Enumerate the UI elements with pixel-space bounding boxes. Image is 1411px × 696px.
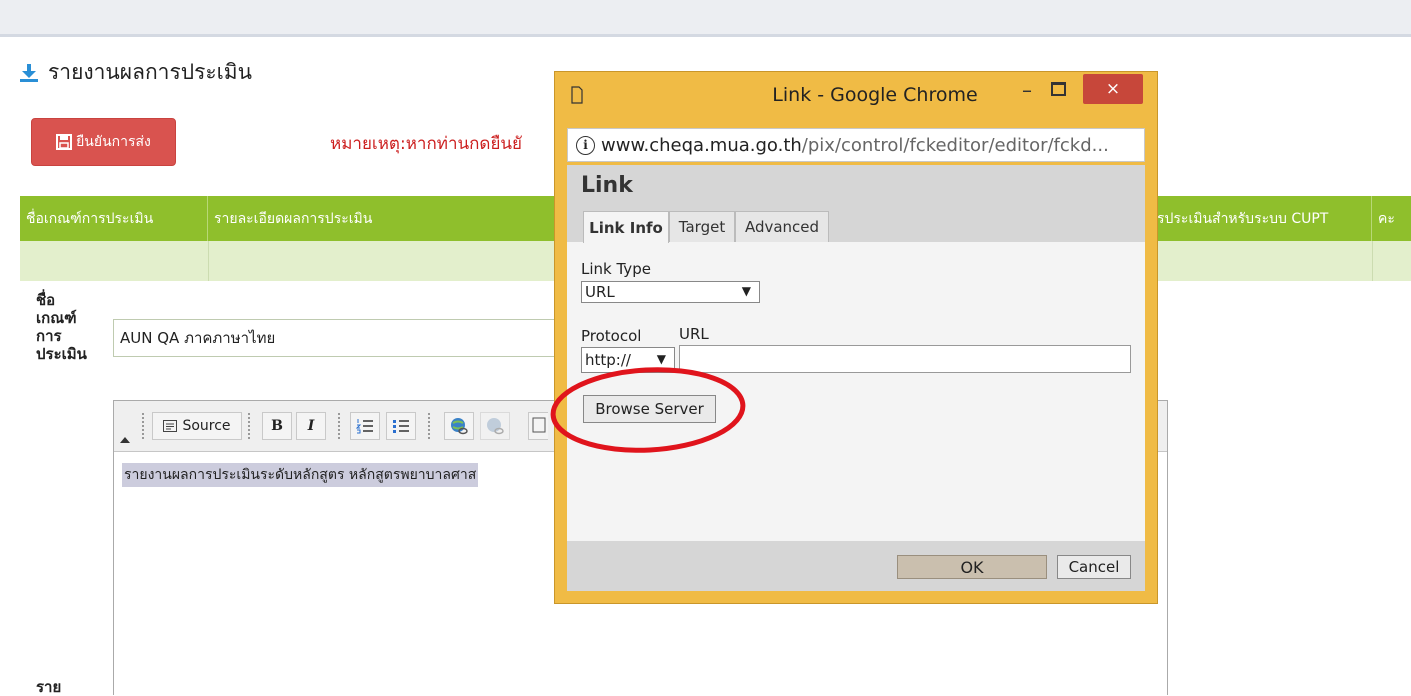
- confirm-submit-button[interactable]: ยืนยันการส่ง: [31, 118, 176, 166]
- highlight-ring-annotation: [550, 367, 746, 453]
- close-button[interactable]: ×: [1083, 74, 1143, 104]
- page-heading: รายงานผลการประเมิน: [18, 56, 252, 89]
- url-label: URL: [679, 325, 709, 343]
- bullet-list-button[interactable]: [386, 412, 416, 440]
- link-dialog-heading: Link: [581, 173, 633, 198]
- tab-target[interactable]: Target: [669, 211, 735, 242]
- link-globe-icon: [451, 418, 468, 435]
- tab-link-info[interactable]: Link Info: [583, 211, 669, 243]
- insert-link-button[interactable]: [444, 412, 474, 440]
- bullet-list-icon: [393, 420, 409, 433]
- link-type-label: Link Type: [581, 260, 651, 278]
- download-icon: [20, 63, 38, 82]
- col-header-details: รายละเอียดผลการประเมิน: [208, 196, 568, 241]
- numbered-list-button[interactable]: [350, 412, 380, 440]
- unlink-icon: [487, 418, 504, 435]
- url-host: www.cheqa.mua.go.th: [601, 134, 802, 156]
- save-icon: [56, 134, 73, 150]
- criteria-name-label: ชื่อ เกณฑ์ การ ประเมิน: [36, 291, 87, 363]
- col-header-cupt: รประเมินสำหรับระบบ CUPT: [1150, 196, 1372, 241]
- url-path: /pix/control/fckeditor/editor/fckd...: [801, 134, 1109, 156]
- col-header-score: คะ: [1378, 210, 1395, 227]
- dropdown-arrow-icon: ▼: [741, 284, 751, 298]
- bold-button[interactable]: B: [262, 412, 292, 440]
- source-icon: [163, 420, 178, 432]
- protocol-label: Protocol: [581, 327, 642, 345]
- editor-content-text[interactable]: รายงานผลการประเมินระดับหลักสูตร หลักสูตร…: [122, 463, 479, 487]
- minimize-button[interactable]: –: [1015, 78, 1039, 102]
- criteria-name-input[interactable]: AUN QA ภาคภาษาไทย: [113, 319, 563, 357]
- cancel-button[interactable]: Cancel: [1057, 555, 1131, 579]
- remove-link-button[interactable]: [480, 412, 510, 440]
- source-button[interactable]: Source: [152, 412, 242, 440]
- link-dialog-footer: OK Cancel: [567, 541, 1145, 591]
- collapse-toolbar-icon[interactable]: [120, 437, 130, 443]
- toolbar-grip: [142, 413, 148, 439]
- maximize-button[interactable]: [1051, 82, 1066, 96]
- window-title: Link - Google Chrome: [772, 84, 978, 106]
- italic-button[interactable]: I: [296, 412, 326, 440]
- confirm-submit-label: ยืนยันการส่ง: [76, 134, 151, 150]
- toolbar-separator: [338, 413, 344, 439]
- numbered-list-icon: [356, 419, 373, 434]
- top-bar: [0, 0, 1411, 37]
- address-bar[interactable]: i www.cheqa.mua.go.th /pix/control/fcked…: [567, 128, 1145, 162]
- close-icon: ×: [1105, 79, 1121, 99]
- ok-button[interactable]: OK: [897, 555, 1047, 579]
- toolbar-separator: [248, 413, 254, 439]
- tab-advanced[interactable]: Advanced: [735, 211, 829, 242]
- col-header-criteria: ชื่อเกณฑ์การประเมิน: [20, 196, 208, 241]
- anchor-button[interactable]: [528, 412, 548, 440]
- note-text: หมายเหตุ:หากท่านกดยืนยั: [330, 134, 522, 154]
- link-dialog-header: Link Link Info Target Advanced: [567, 165, 1145, 243]
- detail-label: ราย: [36, 678, 62, 696]
- info-icon[interactable]: i: [576, 135, 595, 155]
- anchor-icon: [532, 417, 545, 433]
- link-type-select[interactable]: URL ▼: [581, 281, 760, 303]
- source-label: Source: [182, 418, 231, 434]
- link-dialog-window: Link - Google Chrome – × i www.cheqa.mua…: [554, 71, 1158, 604]
- link-type-value: URL: [585, 283, 615, 301]
- page-title: รายงานผลการประเมิน: [48, 60, 253, 84]
- toolbar-separator: [428, 413, 434, 439]
